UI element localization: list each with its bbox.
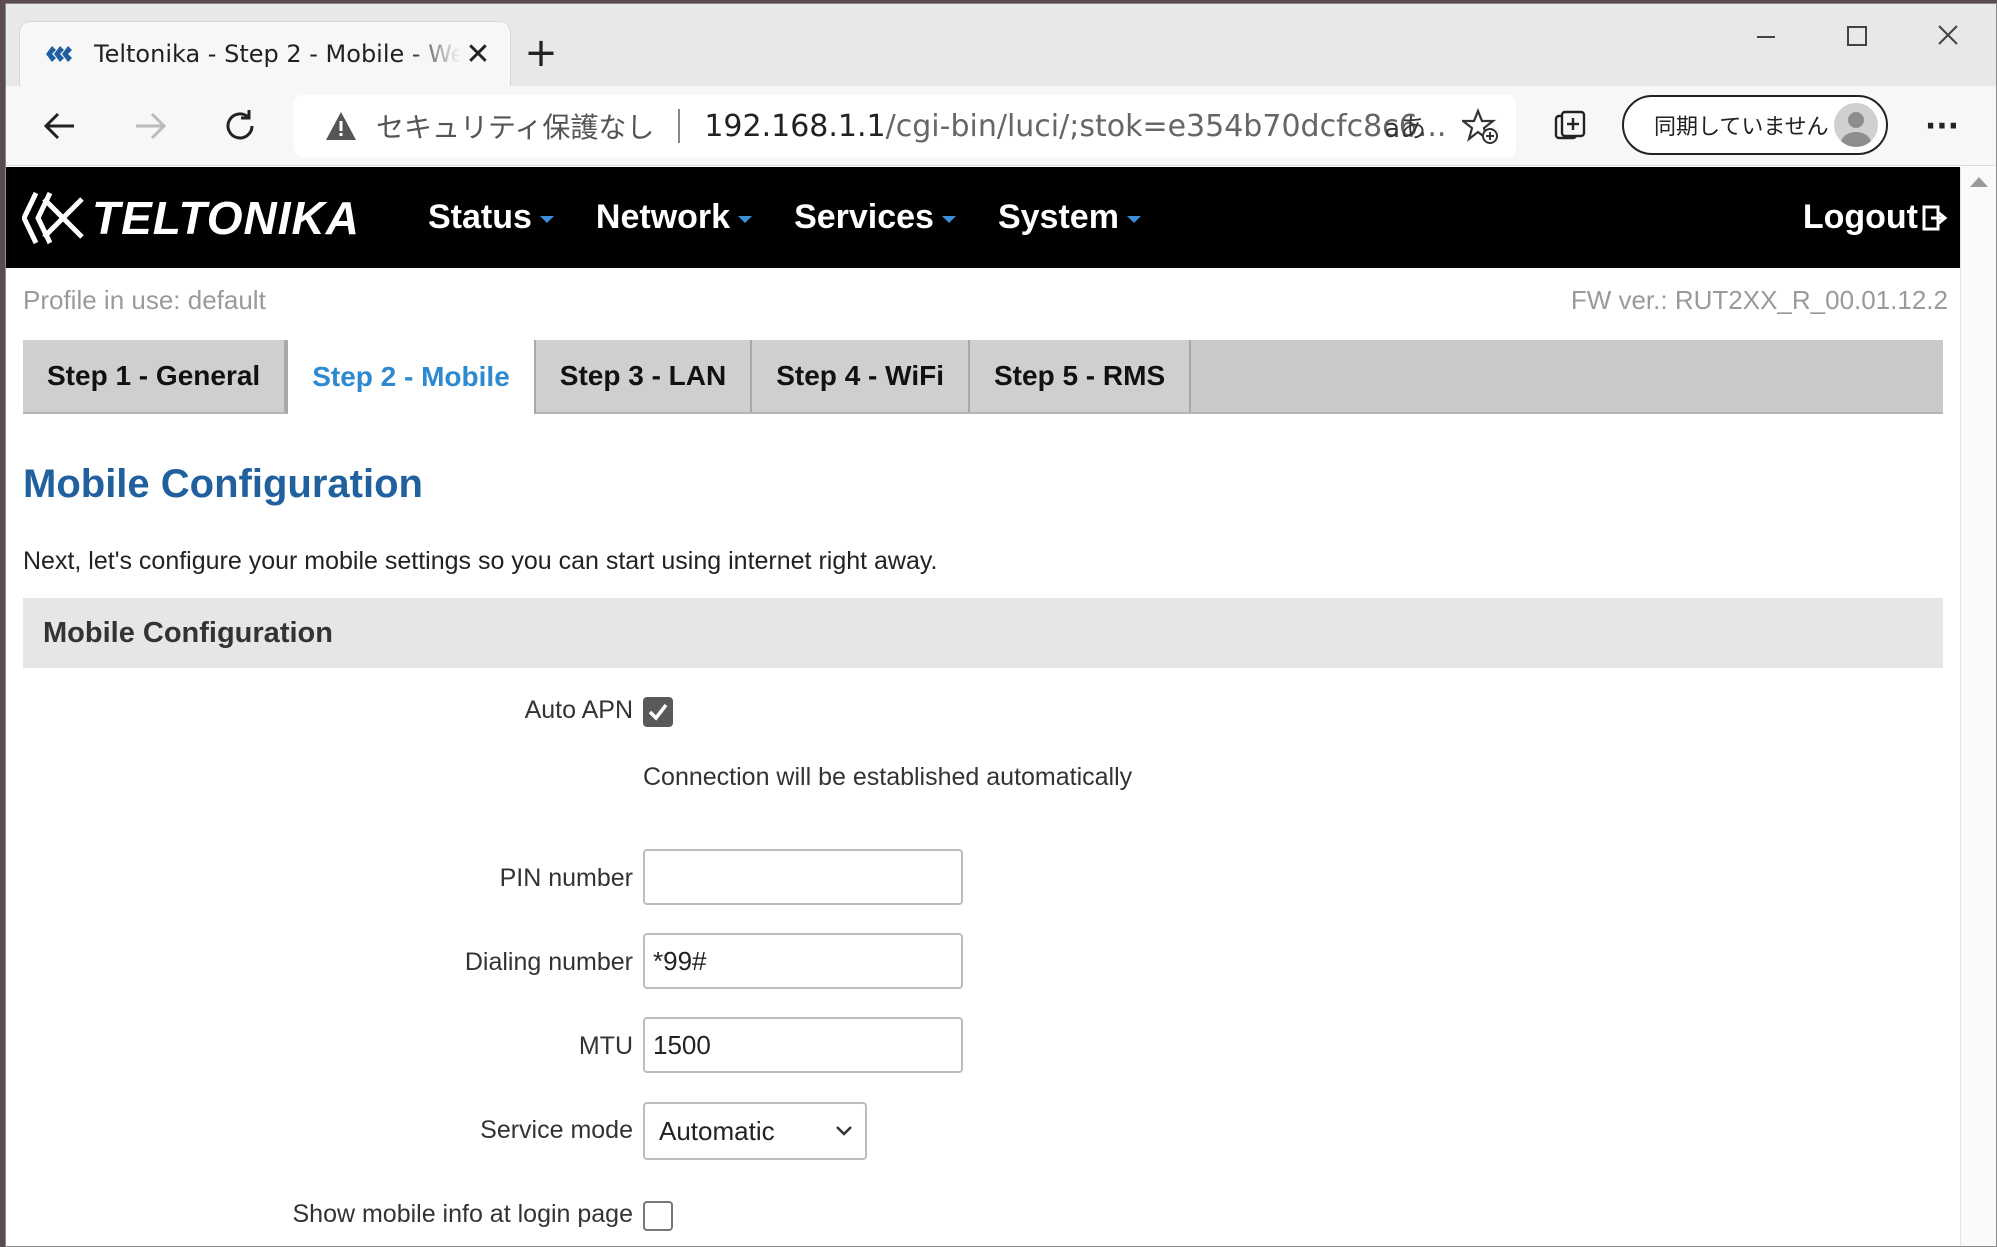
tab-step-lan[interactable]: Step 3 - LAN bbox=[535, 340, 753, 412]
teltonika-favicon-icon bbox=[46, 46, 72, 62]
tab-step-mobile[interactable]: Step 2 - Mobile bbox=[286, 340, 536, 414]
logout-label: Logout bbox=[1802, 198, 1918, 236]
auto-apn-checkbox[interactable] bbox=[643, 697, 673, 727]
tab-title: Teltonika - Step 2 - Mobile - Web bbox=[94, 40, 460, 68]
maximize-window-button[interactable] bbox=[1832, 16, 1882, 60]
brand-name: TELTONIKA bbox=[92, 192, 360, 244]
tab-step-rms[interactable]: Step 5 - RMS bbox=[970, 340, 1192, 412]
arrow-right-icon bbox=[136, 112, 167, 140]
minimize-window-button[interactable] bbox=[1741, 16, 1791, 60]
favorite-add-icon[interactable] bbox=[1462, 108, 1498, 144]
menu-services-label: Services bbox=[794, 198, 934, 236]
auto-apn-label: Auto APN bbox=[524, 696, 633, 724]
profile-avatar-icon bbox=[1834, 103, 1878, 147]
scroll-up-icon[interactable] bbox=[1970, 177, 1988, 187]
collections-icon bbox=[1554, 110, 1586, 140]
page-scrollbar[interactable] bbox=[1960, 167, 1996, 1246]
menu-status-label: Status bbox=[428, 198, 532, 236]
tab-step-wifi[interactable]: Step 4 - WiFi bbox=[752, 340, 970, 412]
caret-down-icon bbox=[1126, 216, 1141, 223]
url-text[interactable]: 192.168.1.1/cgi-bin/luci/;stok=e354b70dc… bbox=[704, 109, 1446, 144]
profile-in-use: Profile in use: default bbox=[23, 285, 266, 315]
url-path: /cgi-bin/luci/;stok=e354b70dcfc8c6... bbox=[885, 108, 1447, 144]
page-description: Next, let's configure your mobile settin… bbox=[23, 547, 938, 575]
address-divider bbox=[678, 109, 681, 143]
chevron-down-icon bbox=[836, 1126, 852, 1136]
checkmark-icon bbox=[648, 703, 668, 721]
menu-network[interactable]: Network bbox=[595, 198, 753, 237]
reload-icon bbox=[226, 110, 254, 140]
mtu-field[interactable] bbox=[643, 1017, 963, 1073]
dialing-number-field[interactable] bbox=[643, 933, 963, 989]
firmware-version: FW ver.: RUT2XX_R_00.01.12.2 bbox=[1570, 285, 1948, 315]
tab-strip: Teltonika - Step 2 - Mobile - Web ✕ + bbox=[6, 4, 1996, 86]
more-menu-button[interactable]: ··· bbox=[1914, 98, 1970, 154]
caret-down-icon bbox=[539, 216, 554, 223]
page-content: TELTONIKA Status Network Services System… bbox=[6, 167, 1962, 1246]
pin-number-label: PIN number bbox=[499, 864, 633, 892]
mtu-label: MTU bbox=[578, 1032, 633, 1060]
new-tab-button[interactable]: + bbox=[518, 30, 564, 76]
menu-system[interactable]: System bbox=[998, 198, 1141, 237]
auto-apn-hint: Connection will be established automatic… bbox=[643, 763, 1133, 791]
browser-window: Teltonika - Step 2 - Mobile - Web ✕ + セキ… bbox=[5, 3, 1997, 1247]
wizard-steps: Step 1 - General Step 2 - Mobile Step 3 … bbox=[23, 340, 1943, 414]
tab-close-icon[interactable]: ✕ bbox=[460, 37, 496, 72]
top-navbar: TELTONIKA Status Network Services System… bbox=[6, 167, 1962, 268]
warning-icon bbox=[326, 112, 356, 140]
menu-services[interactable]: Services bbox=[794, 198, 956, 237]
caret-down-icon bbox=[941, 216, 956, 223]
menu-status[interactable]: Status bbox=[428, 198, 554, 237]
close-icon bbox=[1938, 25, 1958, 45]
section-header: Mobile Configuration bbox=[23, 598, 1943, 668]
collections-button[interactable] bbox=[1542, 98, 1598, 154]
address-actions: aあ bbox=[1384, 95, 1498, 157]
teltonika-logo[interactable]: TELTONIKA bbox=[22, 189, 360, 247]
maximize-icon bbox=[1847, 26, 1867, 46]
tab-step-general[interactable]: Step 1 - General bbox=[23, 340, 287, 412]
caret-down-icon bbox=[738, 216, 753, 223]
minimize-icon bbox=[1757, 36, 1775, 38]
main-menu: Status Network Services System bbox=[428, 167, 1183, 268]
pin-number-field[interactable] bbox=[643, 849, 963, 905]
logout-button[interactable]: Logout bbox=[1803, 167, 1948, 268]
browser-tab[interactable]: Teltonika - Step 2 - Mobile - Web ✕ bbox=[20, 22, 510, 86]
reload-button[interactable] bbox=[212, 98, 268, 154]
logout-icon bbox=[1922, 205, 1948, 230]
dialing-number-label: Dialing number bbox=[464, 948, 633, 976]
forward-button[interactable] bbox=[122, 98, 178, 154]
browser-toolbar: セキュリティ保護なし 192.168.1.1/cgi-bin/luci/;sto… bbox=[6, 86, 1996, 166]
service-mode-label: Service mode bbox=[480, 1116, 633, 1144]
service-mode-value: Automatic bbox=[659, 1115, 775, 1146]
sync-label: 同期していません bbox=[1654, 115, 1829, 140]
teltonika-logo-icon bbox=[22, 191, 84, 245]
close-window-button[interactable] bbox=[1923, 16, 1973, 60]
address-bar[interactable]: セキュリティ保護なし 192.168.1.1/cgi-bin/luci/;sto… bbox=[294, 95, 1516, 157]
menu-system-label: System bbox=[997, 198, 1119, 236]
menu-network-label: Network bbox=[595, 198, 731, 236]
sync-status-button[interactable]: 同期していません bbox=[1622, 95, 1888, 155]
back-button[interactable] bbox=[32, 98, 88, 154]
page-title: Mobile Configuration bbox=[23, 462, 423, 506]
service-mode-select[interactable]: Automatic bbox=[643, 1102, 867, 1160]
show-mobile-info-checkbox[interactable] bbox=[643, 1201, 673, 1231]
arrow-left-icon bbox=[43, 112, 74, 140]
show-mobile-info-label: Show mobile info at login page bbox=[292, 1200, 633, 1228]
url-host: 192.168.1.1 bbox=[704, 108, 886, 144]
read-aloud-button[interactable]: aあ bbox=[1384, 108, 1426, 145]
security-warning-label: セキュリティ保護なし bbox=[376, 111, 655, 144]
